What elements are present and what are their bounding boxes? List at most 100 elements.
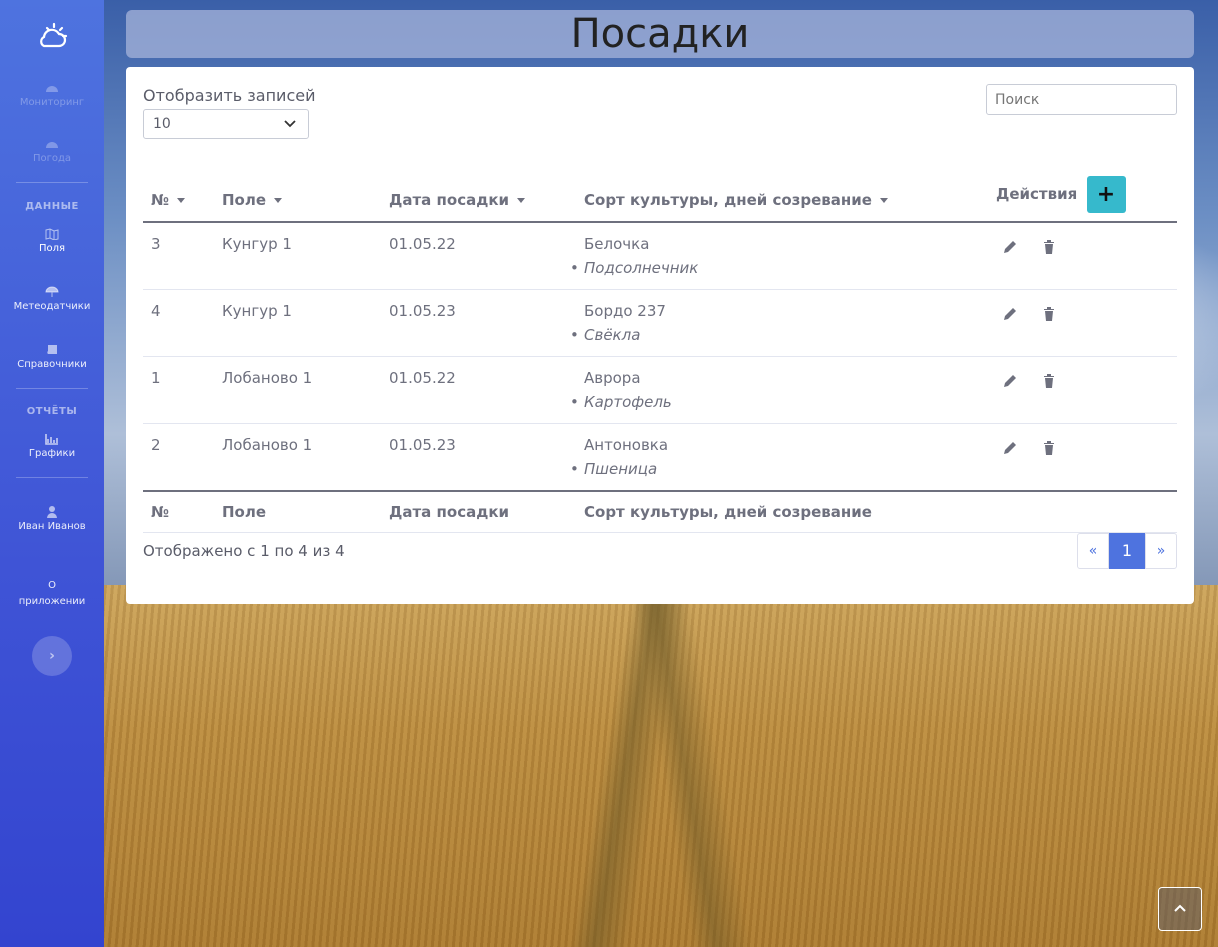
pagination-page-button[interactable]: 1	[1109, 533, 1145, 569]
cell-id: 3	[143, 222, 214, 290]
cell-date: 01.05.23	[381, 289, 576, 357]
page-title: Посадки	[126, 10, 1194, 58]
footer-header-id: №	[143, 490, 214, 533]
column-header-field[interactable]: Поле	[214, 163, 381, 223]
table-row: 1 Лобаново 1 01.05.22 Аврора Картофель	[143, 356, 1177, 424]
sidebar-item-about[interactable]: О приложении	[0, 578, 104, 610]
cell-field: Лобаново 1	[214, 356, 381, 424]
delete-trash-icon[interactable]	[1041, 440, 1057, 456]
table-row: 2 Лобаново 1 01.05.23 Антоновка Пшеница	[143, 423, 1177, 492]
variety-name: Аврора	[584, 369, 641, 387]
cell-date: 01.05.22	[381, 222, 576, 290]
sidebar-item-references[interactable]: Справочники	[0, 344, 104, 370]
page-length-label: Отобразить записей	[143, 86, 316, 105]
table-footer-row: № Поле Дата посадки Сорт культуры, дней …	[143, 490, 1177, 533]
book-icon	[47, 345, 57, 354]
sidebar-item-label: Погода	[32, 153, 72, 164]
sidebar-item-label: Справочники	[17, 359, 87, 370]
sidebar-item-user[interactable]: Иван Иванов	[0, 506, 104, 532]
search-input[interactable]	[986, 84, 1177, 115]
column-header-date[interactable]: Дата посадки	[381, 163, 576, 223]
cell-variety: Бордо 237 Свёкла	[570, 289, 988, 357]
cell-date: 01.05.22	[381, 356, 576, 424]
sidebar-item-sensors[interactable]: Метеодатчики	[0, 286, 104, 312]
plantings-card: Отобразить записей 10 № Поле Дата посадк…	[126, 67, 1194, 604]
column-header-id[interactable]: №	[143, 163, 214, 223]
crop-name: Подсолнечник	[570, 259, 980, 277]
sidebar-divider	[16, 182, 88, 183]
page-length-select[interactable]: 10	[143, 109, 309, 139]
variety-name: Белочка	[584, 235, 650, 253]
table-header-row: № Поле Дата посадки Сорт культуры, дней …	[143, 163, 1177, 223]
pagination-next-button[interactable]: »	[1145, 533, 1177, 569]
page-length-value: 10	[153, 116, 171, 132]
sidebar-item-fields[interactable]: Поля	[0, 228, 104, 254]
weather-icon	[46, 142, 58, 148]
edit-pencil-icon[interactable]	[1002, 306, 1018, 322]
sidebar-item-label: О приложении	[18, 580, 86, 607]
chevron-up-icon	[1174, 904, 1186, 912]
pagination-prev-button[interactable]: «	[1077, 533, 1109, 569]
chart-icon	[45, 434, 58, 445]
footer-header-field: Поле	[214, 490, 381, 533]
add-planting-button[interactable]: +	[1086, 176, 1126, 213]
sort-caret-icon	[177, 198, 186, 203]
sidebar-item-label: Метеодатчики	[13, 301, 91, 312]
sidebar-item-label: Иван Иванов	[18, 521, 86, 532]
cell-field: Кунгур 1	[214, 222, 381, 290]
cell-variety: Аврора Картофель	[570, 356, 988, 424]
cell-id: 2	[143, 423, 214, 492]
delete-trash-icon[interactable]	[1041, 239, 1057, 255]
sidebar-section-data: ДАННЫЕ	[25, 201, 79, 212]
table-row: 4 Кунгур 1 01.05.23 Бордо 237 Свёкла	[143, 289, 1177, 357]
delete-trash-icon[interactable]	[1041, 306, 1057, 322]
user-icon	[47, 506, 57, 518]
cell-date: 01.05.23	[381, 423, 576, 492]
cell-id: 4	[143, 289, 214, 357]
table-info: Отображено с 1 по 4 из 4	[143, 542, 345, 560]
crop-name: Пшеница	[570, 460, 980, 478]
footer-header-date: Дата посадки	[381, 490, 576, 533]
edit-pencil-icon[interactable]	[1002, 440, 1018, 456]
sidebar-item-label: Мониторинг	[19, 97, 85, 108]
sidebar-toggle-button[interactable]: ›	[32, 636, 72, 676]
variety-name: Бордо 237	[584, 302, 666, 320]
cell-actions	[988, 289, 1177, 357]
chevron-down-icon	[284, 120, 296, 128]
crop-name: Свёкла	[570, 326, 980, 344]
plantings-table: № Поле Дата посадки Сорт культуры, дней …	[143, 163, 1177, 533]
footer-header-variety: Сорт культуры, дней созревание	[576, 490, 988, 533]
cell-actions	[988, 222, 1177, 290]
pagination: « 1 »	[1077, 533, 1177, 569]
sort-caret-icon	[274, 198, 283, 203]
edit-pencil-icon[interactable]	[1002, 373, 1018, 389]
cell-actions	[988, 423, 1177, 492]
cell-field: Кунгур 1	[214, 289, 381, 357]
sidebar-item-weather[interactable]: Погода	[0, 138, 104, 164]
delete-trash-icon[interactable]	[1041, 373, 1057, 389]
cell-variety: Белочка Подсолнечник	[570, 222, 988, 290]
scroll-to-top-button[interactable]	[1158, 887, 1202, 931]
map-icon	[45, 228, 59, 240]
sidebar-section-reports: ОТЧЁТЫ	[26, 406, 78, 417]
edit-pencil-icon[interactable]	[1002, 239, 1018, 255]
column-header-actions: Действия +	[988, 163, 1177, 223]
column-header-variety[interactable]: Сорт культуры, дней созревание	[576, 163, 988, 223]
variety-name: Антоновка	[584, 436, 669, 454]
crop-name: Картофель	[570, 393, 980, 411]
dashboard-icon	[46, 86, 58, 92]
footer-header-actions	[988, 490, 1177, 533]
sidebar-item-label: Поля	[38, 243, 66, 254]
sidebar-item-charts[interactable]: Графики	[0, 433, 104, 459]
background-wheat-field	[104, 585, 1218, 947]
sort-caret-icon	[879, 198, 888, 203]
cell-variety: Антоновка Пшеница	[570, 423, 988, 492]
sidebar-item-monitoring[interactable]: Мониторинг	[0, 82, 104, 108]
cell-field: Лобаново 1	[214, 423, 381, 492]
app-logo-icon[interactable]	[36, 20, 68, 52]
umbrella-icon	[45, 286, 59, 297]
table-row: 3 Кунгур 1 01.05.22 Белочка Подсолнечник	[143, 222, 1177, 290]
sort-caret-icon	[517, 198, 526, 203]
sidebar-divider	[16, 388, 88, 389]
sidebar: Мониторинг Погода ДАННЫЕ Поля Метеодатчи…	[0, 0, 104, 947]
